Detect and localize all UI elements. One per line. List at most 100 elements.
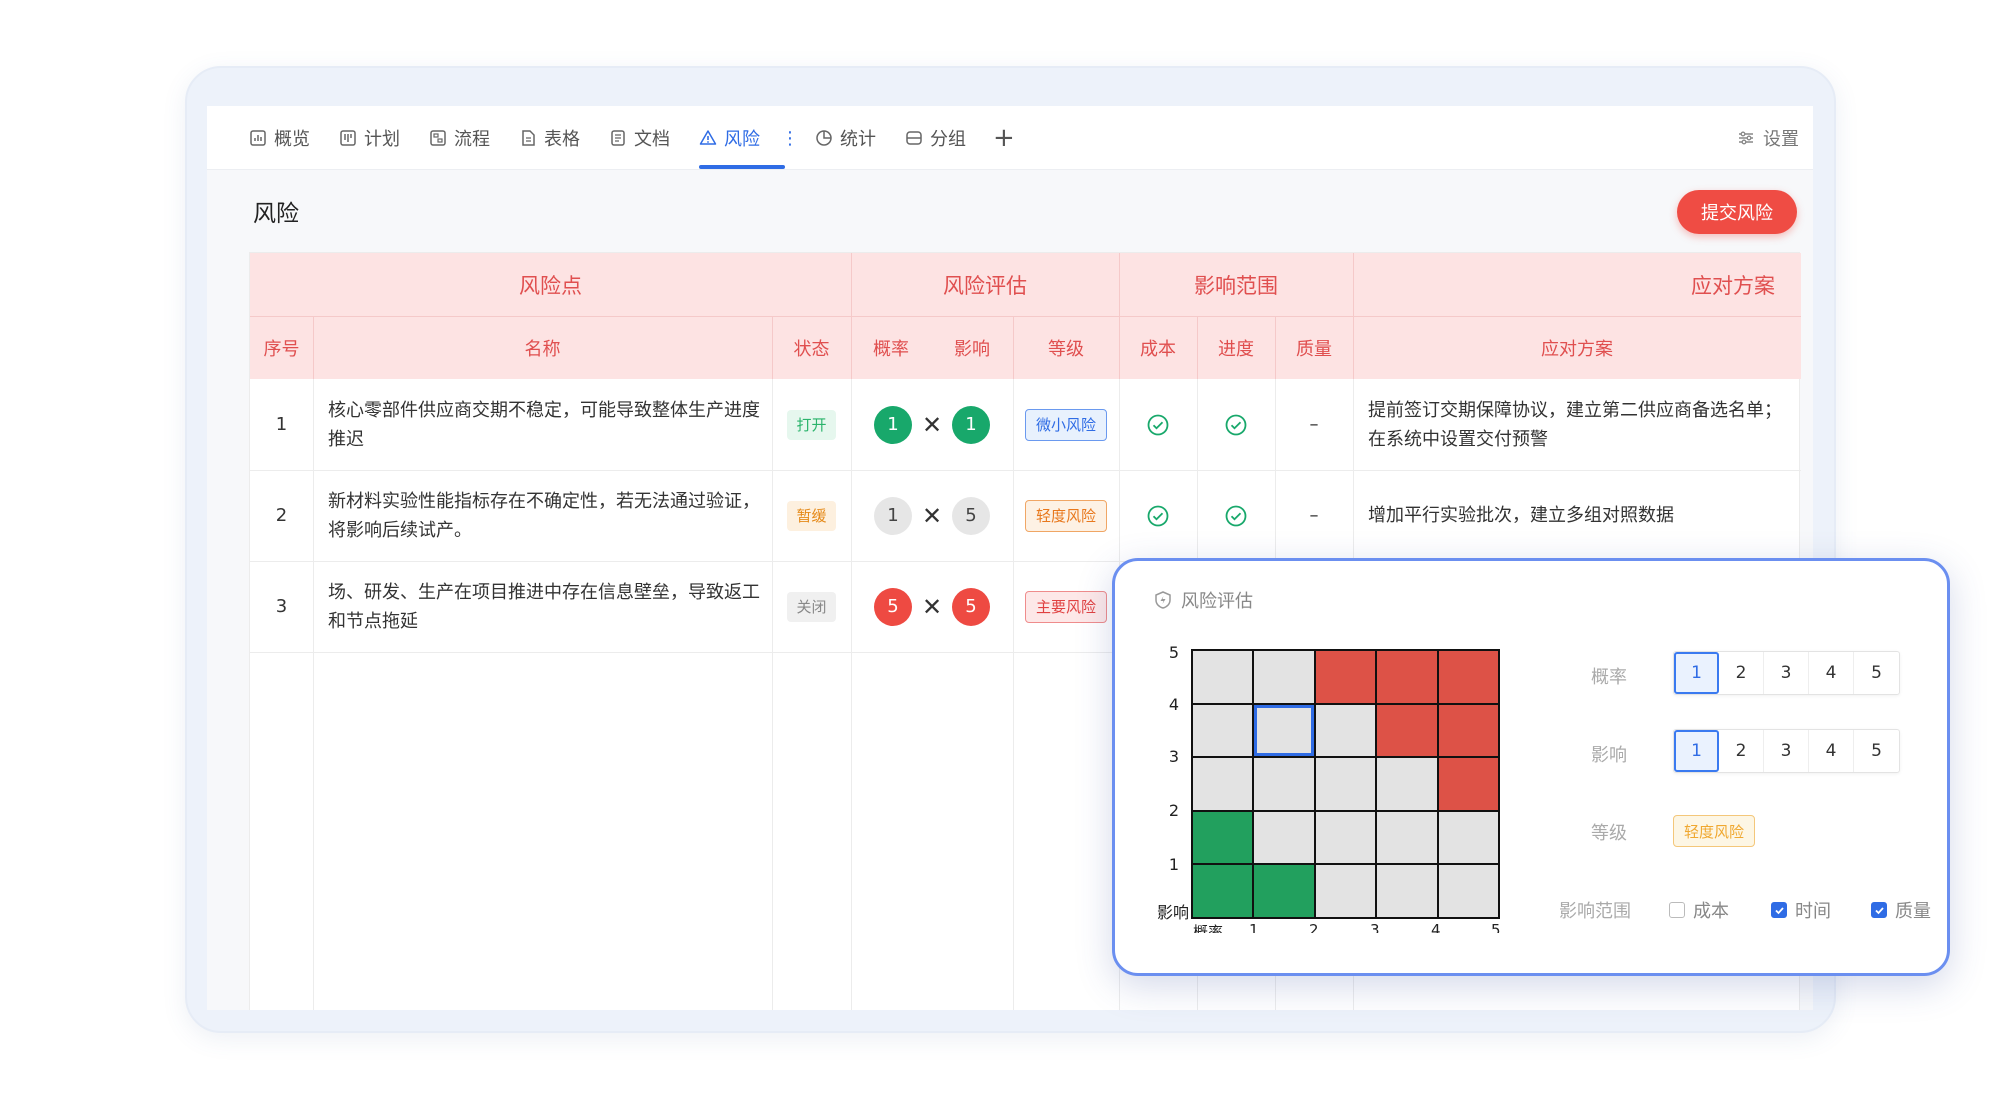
- matrix-cell[interactable]: [1193, 811, 1253, 864]
- tab-doc[interactable]: 文档: [609, 106, 670, 170]
- check-circle-icon: [1147, 414, 1169, 435]
- matrix-cell[interactable]: [1377, 704, 1437, 757]
- tab-bar: 概览 计划 流程 表格 文档 风险 ⋮ 统计 分组 + 设置: [207, 106, 1813, 170]
- tab-label: 流程: [454, 129, 490, 150]
- probability-badge: 1: [874, 405, 912, 444]
- tab-label: 风险: [724, 129, 760, 150]
- tab-label: 统计: [840, 129, 876, 150]
- matrix-cell[interactable]: [1438, 758, 1498, 810]
- tab-sheet[interactable]: 表格: [519, 106, 580, 170]
- group-header-assessment: 风险评估: [851, 253, 1119, 316]
- header-divider: [250, 316, 1801, 317]
- matrix-cell[interactable]: [1438, 811, 1498, 864]
- matrix-cell[interactable]: [1193, 758, 1253, 810]
- tab-group[interactable]: 分组: [905, 106, 966, 170]
- warning-icon: [699, 130, 717, 145]
- active-tab-indicator: [699, 165, 785, 169]
- impact-option[interactable]: 5: [1854, 730, 1899, 772]
- scope-quality-checkbox[interactable]: 质量: [1871, 897, 1931, 923]
- x-tick: 4: [1431, 921, 1441, 933]
- multiply-icon: ✕: [921, 501, 943, 530]
- matrix-cell[interactable]: [1315, 865, 1376, 917]
- settings-label: 设置: [1763, 129, 1799, 150]
- pie-icon: [816, 130, 832, 146]
- matrix-cell[interactable]: [1377, 758, 1437, 810]
- impact-option[interactable]: 4: [1809, 730, 1854, 772]
- y-tick: 5: [1168, 643, 1179, 662]
- impact-option[interactable]: 1: [1674, 730, 1719, 772]
- sliders-icon: [1739, 131, 1753, 145]
- matrix-cell[interactable]: [1315, 811, 1376, 864]
- group-header-risk-point: 风险点: [250, 253, 851, 316]
- header-divider: [1013, 316, 1014, 379]
- tab-flow[interactable]: 流程: [429, 106, 490, 170]
- settings-button[interactable]: 设置: [1737, 106, 1799, 170]
- risk-name[interactable]: 核心零部件供应商交期不稳定，可能导致整体生产进度推迟: [328, 379, 760, 470]
- risk-name[interactable]: 新材料实验性能指标存在不确定性，若无法通过验证，将影响后续试产。: [328, 470, 760, 561]
- tab-label: 表格: [544, 129, 580, 150]
- tab-risk[interactable]: 风险 ⋮: [699, 106, 799, 170]
- matrix-cell[interactable]: [1254, 865, 1314, 917]
- matrix-cell[interactable]: [1438, 704, 1498, 757]
- response-plan[interactable]: 增加平行实验批次，建立多组对照数据: [1368, 470, 1793, 561]
- tab-plan[interactable]: 计划: [339, 106, 400, 170]
- probability-option[interactable]: 4: [1809, 652, 1854, 694]
- tab-stats[interactable]: 统计: [815, 106, 876, 170]
- y-tick: 4: [1168, 695, 1179, 714]
- probability-option[interactable]: 1: [1674, 652, 1719, 694]
- tab-more-menu[interactable]: ⋮: [781, 128, 799, 149]
- tab-overview[interactable]: 概览: [249, 106, 310, 170]
- matrix-cell[interactable]: [1193, 651, 1253, 703]
- probability-option[interactable]: 5: [1854, 652, 1899, 694]
- matrix-cell[interactable]: [1254, 758, 1314, 810]
- checkbox-box: [1669, 902, 1685, 918]
- column-divider: [313, 379, 314, 1010]
- group-header-plan: 应对方案: [1353, 253, 1801, 316]
- doc-icon: [611, 130, 625, 146]
- status-badge[interactable]: 关闭: [787, 591, 836, 622]
- header-divider: [1197, 316, 1198, 379]
- probability-option[interactable]: 3: [1764, 652, 1809, 694]
- tab-label: 计划: [364, 129, 400, 150]
- scope-cost-checkbox[interactable]: 成本: [1669, 897, 1729, 923]
- probability-badge: 5: [874, 587, 912, 626]
- matrix-cell[interactable]: [1193, 865, 1253, 917]
- x-axis-label: 概率: [1193, 923, 1224, 933]
- impact-badge: 5: [952, 587, 990, 626]
- level-label: 等级: [1591, 823, 1627, 844]
- y-tick: 2: [1168, 801, 1179, 820]
- impact-option[interactable]: 3: [1764, 730, 1809, 772]
- response-plan[interactable]: 提前签订交期保障协议，建立第二供应商备选名单；在系统中设置交付预警: [1368, 379, 1793, 470]
- chart-icon: [250, 130, 266, 146]
- col-header-quality: 质量: [1275, 316, 1353, 379]
- matrix-cell[interactable]: [1377, 811, 1437, 864]
- popup-title-text: 风险评估: [1181, 591, 1253, 612]
- matrix-cell[interactable]: [1438, 865, 1498, 917]
- checkbox-label: 成本: [1693, 901, 1729, 922]
- scope-time-checkbox[interactable]: 时间: [1771, 897, 1831, 923]
- matrix-cell[interactable]: [1377, 651, 1437, 703]
- status-badge[interactable]: 打开: [787, 409, 836, 440]
- matrix-cell[interactable]: [1315, 758, 1376, 810]
- matrix-cell[interactable]: [1377, 865, 1437, 917]
- matrix-cell[interactable]: [1193, 704, 1253, 757]
- probability-option[interactable]: 2: [1719, 652, 1764, 694]
- header-divider: [1353, 253, 1354, 379]
- status-badge[interactable]: 暂缓: [787, 500, 836, 531]
- x-tick: 1: [1249, 921, 1259, 933]
- matrix-cell[interactable]: [1315, 651, 1376, 703]
- matrix-cell[interactable]: [1315, 704, 1376, 757]
- risk-name[interactable]: 场、研发、生产在项目推进中存在信息壁垒，导致返工和节点拖延: [328, 561, 760, 652]
- submit-risk-button[interactable]: 提交风险: [1677, 190, 1797, 234]
- matrix-cell[interactable]: [1254, 704, 1314, 757]
- checkbox-checked-icon: [1871, 902, 1887, 918]
- y-tick: 3: [1168, 747, 1179, 766]
- matrix-cell[interactable]: [1254, 651, 1314, 703]
- col-header-plan: 应对方案: [1353, 316, 1801, 379]
- add-tab-button[interactable]: +: [993, 106, 1015, 170]
- header-divider: [1275, 316, 1276, 379]
- popup-title: 风险评估: [1153, 587, 1253, 613]
- matrix-cell[interactable]: [1438, 651, 1498, 703]
- impact-option[interactable]: 2: [1719, 730, 1764, 772]
- matrix-cell[interactable]: [1254, 811, 1314, 864]
